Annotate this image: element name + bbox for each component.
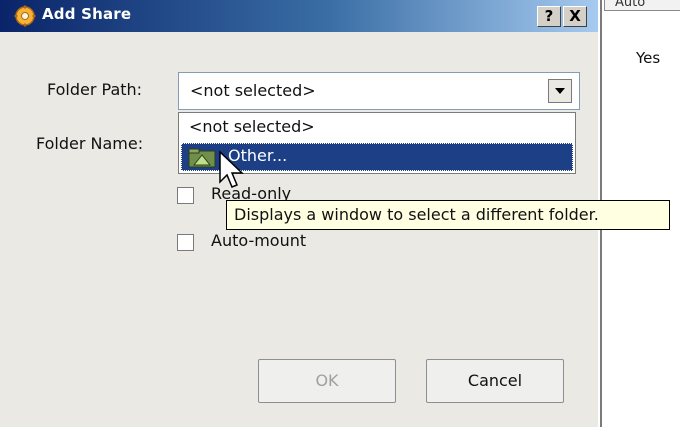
column-header-auto[interactable]: Auto	[604, 0, 680, 11]
help-button[interactable]: ?	[537, 6, 561, 27]
folder-path-combobox[interactable]: <not selected>	[178, 72, 580, 110]
automount-label: Auto-mount	[211, 231, 307, 250]
tooltip-text: Displays a window to select a different …	[234, 205, 599, 224]
folder-name-label: Folder Name:	[36, 134, 144, 153]
dialog-title: Add Share	[42, 5, 132, 23]
ok-button[interactable]: OK	[258, 359, 396, 403]
folder-icon	[188, 148, 216, 168]
automount-checkbox[interactable]	[177, 234, 194, 251]
chevron-down-icon[interactable]	[548, 79, 572, 103]
cancel-button[interactable]: Cancel	[426, 359, 564, 403]
folder-path-label: Folder Path:	[47, 80, 143, 99]
close-button[interactable]: X	[563, 6, 587, 27]
readonly-checkbox[interactable]	[177, 187, 194, 204]
gear-icon	[14, 5, 36, 27]
dropdown-option-not-selected[interactable]: <not selected>	[189, 117, 315, 136]
mouse-cursor-icon	[219, 150, 244, 188]
cell-yes: Yes	[636, 49, 661, 67]
tooltip: Displays a window to select a different …	[226, 200, 670, 230]
folder-path-value: <not selected>	[190, 81, 316, 100]
title-bar[interactable]: Add Share ? X	[0, 0, 598, 32]
